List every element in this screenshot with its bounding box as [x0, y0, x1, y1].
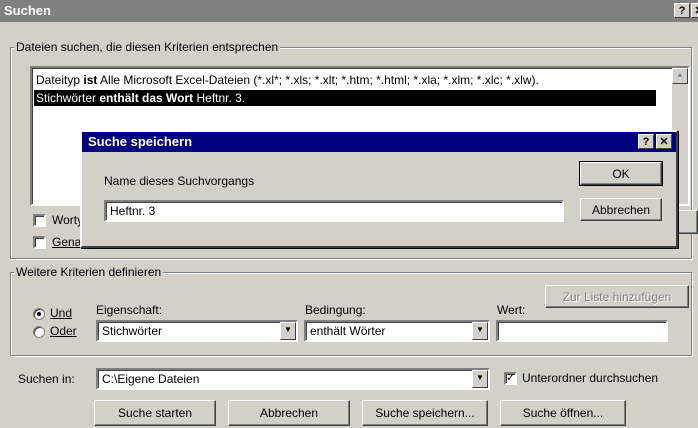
subfolders-label: Unterordner durchsuchen [522, 371, 659, 385]
whole-word-checkbox[interactable] [33, 214, 46, 227]
window-title: Suchen [4, 3, 51, 18]
condition-label: Bedingung: [305, 303, 366, 317]
criteria-field-text: Stichwörter [36, 91, 100, 105]
search-name-value: Heftnr. 3 [110, 204, 156, 218]
search-in-value: C:\Eigene Dateien [102, 372, 200, 386]
exact-match-checkbox[interactable] [33, 236, 46, 249]
open-search-label: Suche öffnen... [522, 406, 604, 420]
or-radio[interactable] [33, 326, 45, 338]
subfolders-checkbox[interactable]: ✓ [504, 372, 517, 385]
whole-word-label: Worty [52, 213, 84, 227]
ok-button-label: OK [612, 166, 630, 181]
more-criteria-legend: Weitere Kriterien definieren [14, 265, 164, 279]
criteria-value-text: Heftnr. 3. [193, 91, 246, 105]
dropdown-arrow-icon[interactable]: ▼ [280, 322, 296, 340]
ok-button[interactable]: OK [579, 161, 663, 186]
condition-value: enthält Wörter [310, 324, 386, 338]
search-name-input[interactable]: Heftnr. 3 [104, 200, 564, 222]
dialog-titlebar: Suche speichern ? ✕ [82, 132, 676, 152]
property-dropdown[interactable]: Stichwörter ▼ [96, 320, 298, 342]
radio-selected-dot [37, 312, 41, 316]
criteria-operator-text: ist [83, 73, 98, 87]
open-search-button[interactable]: Suche öffnen... [500, 400, 626, 426]
dialog-title: Suche speichern [88, 134, 193, 149]
search-in-dropdown[interactable]: C:\Eigene Dateien ▼ [96, 368, 490, 390]
save-search-button[interactable]: Suche speichern... [362, 400, 488, 426]
start-search-label: Suche starten [117, 406, 193, 420]
value-input[interactable] [496, 320, 668, 342]
exact-match-label: Gena [52, 235, 82, 249]
help-button[interactable]: ? [674, 3, 690, 18]
condition-dropdown[interactable]: enthält Wörter ▼ [304, 320, 490, 342]
property-label: Eigenschaft: [96, 303, 163, 317]
search-name-label: Name dieses Suchvorgangs [104, 174, 254, 188]
dialog-help-button[interactable]: ? [638, 134, 654, 149]
add-to-list-label: Zur Liste hinzufügen [562, 289, 672, 304]
dialog-close-icon[interactable]: ✕ [656, 134, 672, 149]
dialog-cancel-label: Abbrechen [591, 202, 651, 217]
criteria-value-text: Alle Microsoft Excel-Dateien (*.xl*; *.x… [97, 73, 539, 87]
property-value: Stichwörter [102, 324, 163, 338]
cancel-label: Abbrechen [259, 406, 319, 420]
start-search-button[interactable]: Suche starten [94, 400, 216, 426]
save-search-dialog: Suche speichern ? ✕ Name dieses Suchvorg… [80, 130, 678, 248]
search-name-label-text: Name dieses Suchvorgangs [104, 174, 255, 188]
list-item[interactable]: Dateityp ist Alle Microsoft Excel-Dateie… [34, 72, 539, 88]
criteria-field-text: Dateityp [36, 73, 84, 87]
list-item-selected[interactable]: Stichwörter enthält das Wort Heftnr. 3. [34, 90, 656, 106]
criteria-operator-text: enthält das Wort [99, 91, 194, 105]
dropdown-arrow-icon[interactable]: ▼ [472, 370, 488, 388]
scroll-up-icon[interactable]: ▲ [672, 68, 688, 84]
criteria-legend: Dateien suchen, die diesen Kriterien ent… [14, 40, 281, 54]
or-radio-label: Oder [50, 324, 77, 338]
cancel-button[interactable]: Abbrechen [228, 400, 350, 426]
dropdown-arrow-icon[interactable]: ▼ [472, 322, 488, 340]
close-icon[interactable]: ✕ [691, 3, 698, 18]
dialog-cancel-button[interactable]: Abbrechen [580, 198, 662, 221]
search-in-label: Suchen in: [18, 372, 75, 386]
and-radio-label: Und [50, 306, 73, 320]
checkmark-icon: ✓ [506, 372, 516, 384]
and-radio[interactable] [33, 308, 45, 320]
add-to-list-button[interactable]: Zur Liste hinzufügen [545, 285, 689, 308]
value-label: Wert: [497, 303, 526, 317]
save-search-label: Suche speichern... [375, 406, 475, 420]
window-titlebar: Suchen ? ✕ [0, 0, 698, 22]
